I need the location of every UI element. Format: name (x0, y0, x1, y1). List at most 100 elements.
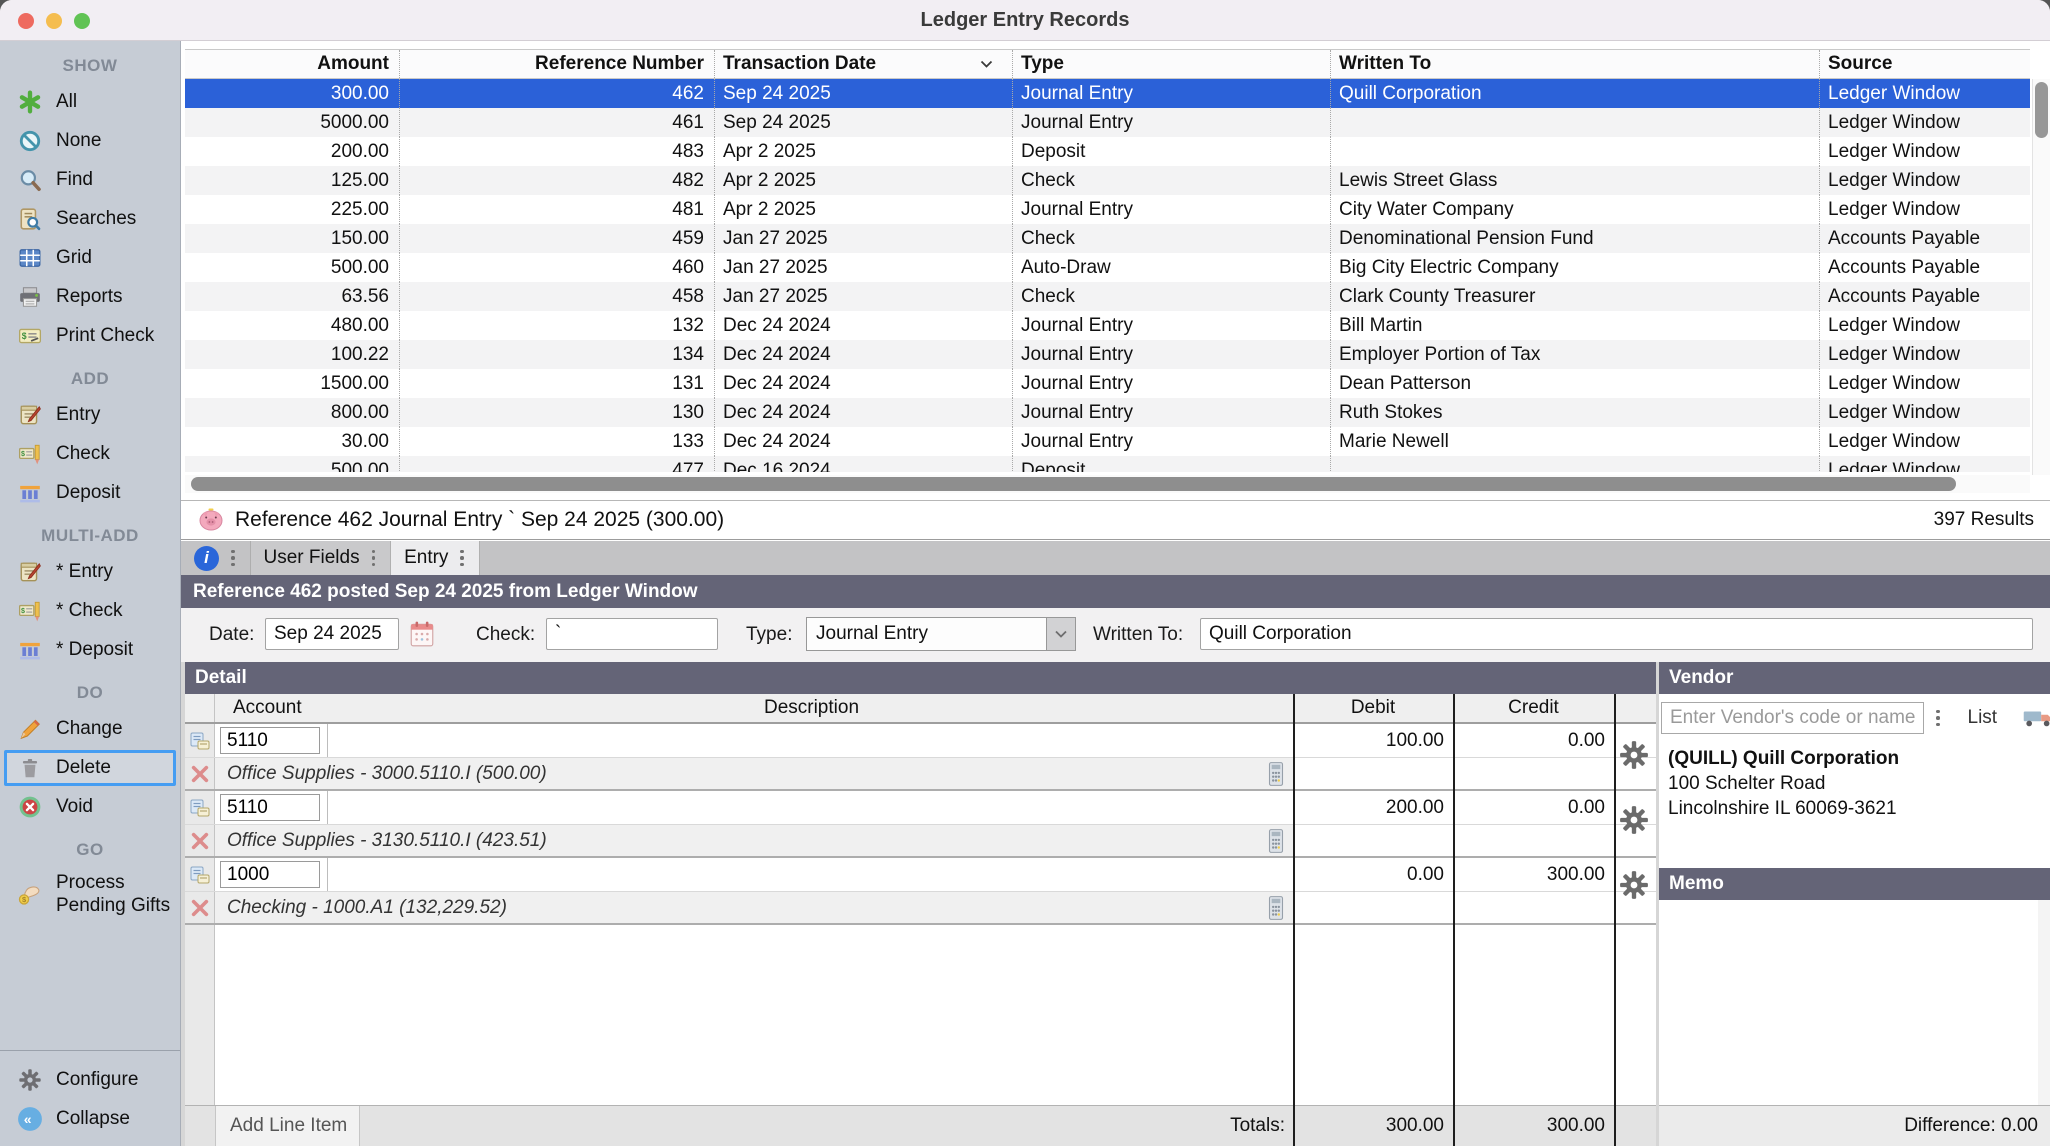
sidebar-item-change[interactable]: Change (4, 711, 176, 747)
minimize-button[interactable] (46, 13, 62, 29)
date-field[interactable] (265, 618, 399, 650)
memo-field[interactable] (1659, 900, 2050, 1105)
table-row[interactable]: 300.00462Sep 24 2025Journal EntryQuill C… (185, 79, 2030, 108)
debit-value[interactable]: 200.00 (1294, 797, 1454, 819)
line-item: 100.00 0.00 Office Supplies - 3000.5110.… (185, 724, 1656, 791)
table-row[interactable]: 500.00460Jan 27 2025Auto-DrawBig City El… (185, 253, 2030, 282)
kebab-menu-icon[interactable] (1934, 708, 1942, 729)
vertical-scrollbar[interactable] (2032, 79, 2050, 475)
kebab-menu-icon[interactable] (229, 548, 237, 569)
table-row[interactable]: 200.00483Apr 2 2025DepositLedger Window (185, 137, 2030, 166)
line-settings-gear-icon[interactable] (1619, 805, 1649, 835)
account-field[interactable] (220, 861, 320, 888)
sidebar-item-multi-deposit[interactable]: * Deposit (4, 632, 176, 668)
column-header-transaction-date[interactable]: Transaction Date (715, 50, 1013, 78)
sidebar-item-deposit[interactable]: Deposit (4, 475, 176, 511)
table-row[interactable]: 63.56458Jan 27 2025CheckClark County Tre… (185, 282, 2030, 311)
calculator-icon[interactable] (1266, 761, 1286, 787)
sidebar-item-print-check[interactable]: $ Print Check (4, 318, 176, 354)
sidebar-item-searches[interactable]: Searches (4, 201, 176, 237)
sidebar-item-label: Configure (56, 1069, 138, 1091)
horizontal-scrollbar[interactable] (185, 475, 2030, 493)
vendor-search-input[interactable] (1661, 702, 1924, 734)
column-header-amount[interactable]: Amount (185, 50, 400, 78)
column-header-source[interactable]: Source (1820, 50, 2030, 78)
remove-line-icon[interactable] (185, 758, 215, 789)
sidebar-item-collapse[interactable]: « Collapse (4, 1101, 176, 1137)
sidebar-item-label: Process Pending Gifts (56, 871, 173, 917)
sidebar-item-all[interactable]: All (4, 84, 176, 120)
table-row[interactable]: 150.00459Jan 27 2025CheckDenominational … (185, 224, 2030, 253)
credit-value[interactable]: 0.00 (1454, 730, 1615, 752)
sidebar-item-label: * Deposit (56, 639, 133, 661)
cell-reference: 483 (400, 137, 715, 166)
sidebar-item-none[interactable]: None (4, 123, 176, 159)
debit-value[interactable]: 100.00 (1294, 730, 1454, 752)
horizontal-scrollbar-thumb[interactable] (191, 477, 1956, 491)
table-row[interactable]: 500.00477Dec 16 2024DepositLedger Window (185, 456, 2030, 472)
credit-value[interactable]: 0.00 (1454, 797, 1615, 819)
truck-icon[interactable] (2022, 706, 2050, 730)
sidebar-item-grid[interactable]: Grid (4, 240, 176, 276)
tab-entry[interactable]: Entry (391, 541, 480, 575)
sidebar-item-label: Change (56, 718, 123, 740)
sidebar-item-process-pending-gifts[interactable]: $ Process Pending Gifts (4, 868, 176, 920)
close-button[interactable] (18, 13, 34, 29)
notes-icon[interactable] (185, 858, 215, 891)
table-row[interactable]: 30.00133Dec 24 2024Journal EntryMarie Ne… (185, 427, 2030, 456)
sidebar-item-check[interactable]: $ Check (4, 436, 176, 472)
records-table-header: Amount Reference Number Transaction Date… (185, 49, 2030, 79)
line-settings-gear-icon[interactable] (1619, 740, 1649, 770)
table-row[interactable]: 100.22134Dec 24 2024Journal EntryEmploye… (185, 340, 2030, 369)
cell-reference: 459 (400, 224, 715, 253)
credit-value[interactable]: 300.00 (1454, 864, 1615, 886)
column-header-written-to[interactable]: Written To (1331, 50, 1820, 78)
remove-line-icon[interactable] (185, 825, 215, 856)
debit-value[interactable]: 0.00 (1294, 864, 1454, 886)
table-row[interactable]: 480.00132Dec 24 2024Journal EntryBill Ma… (185, 311, 2030, 340)
tab-user-fields[interactable]: User Fields (251, 541, 392, 575)
check-field[interactable] (546, 618, 718, 650)
sidebar-item-delete[interactable]: Delete (4, 750, 176, 786)
remove-line-icon[interactable] (185, 892, 215, 923)
description-field[interactable] (327, 858, 1294, 891)
table-row[interactable]: 225.00481Apr 2 2025Journal EntryCity Wat… (185, 195, 2030, 224)
cell-date: Apr 2 2025 (715, 195, 1013, 224)
calculator-icon[interactable] (1266, 895, 1286, 921)
sidebar-item-multi-entry[interactable]: * Entry (4, 554, 176, 590)
cell-type: Journal Entry (1013, 79, 1331, 108)
description-field[interactable] (327, 791, 1294, 824)
line-settings-gear-icon[interactable] (1619, 870, 1649, 900)
account-field[interactable] (220, 727, 320, 754)
calendar-icon[interactable] (409, 620, 435, 654)
table-row[interactable]: 1500.00131Dec 24 2024Journal EntryDean P… (185, 369, 2030, 398)
table-row[interactable]: 5000.00461Sep 24 2025Journal EntryLedger… (185, 108, 2030, 137)
kebab-menu-icon[interactable] (458, 548, 466, 569)
zoom-button[interactable] (74, 13, 90, 29)
vendor-list-button[interactable]: List (1968, 707, 1998, 729)
table-row[interactable]: 125.00482Apr 2 2025CheckLewis Street Gla… (185, 166, 2030, 195)
notes-icon[interactable] (185, 724, 215, 757)
kebab-menu-icon[interactable] (370, 548, 378, 569)
vertical-scrollbar-thumb[interactable] (2035, 82, 2048, 138)
sidebar-item-void[interactable]: Void (4, 789, 176, 825)
column-header-label: Transaction Date (723, 53, 876, 75)
sidebar-item-find[interactable]: Find (4, 162, 176, 198)
sidebar-item-label: None (56, 130, 101, 152)
column-header-reference-number[interactable]: Reference Number (400, 50, 715, 78)
sidebar-item-entry[interactable]: Entry (4, 397, 176, 433)
sidebar-item-multi-check[interactable]: $ * Check (4, 593, 176, 629)
sidebar-item-configure[interactable]: Configure (4, 1062, 176, 1098)
calculator-icon[interactable] (1266, 828, 1286, 854)
description-field[interactable] (327, 724, 1294, 757)
written-to-field[interactable] (1200, 618, 2033, 650)
type-dropdown[interactable]: Journal Entry (806, 617, 1076, 651)
cell-type: Journal Entry (1013, 369, 1331, 398)
column-header-type[interactable]: Type (1013, 50, 1331, 78)
info-icon[interactable]: i (194, 546, 219, 571)
account-field[interactable] (220, 794, 320, 821)
add-line-item-button[interactable]: Add Line Item (215, 1106, 360, 1146)
table-row[interactable]: 800.00130Dec 24 2024Journal EntryRuth St… (185, 398, 2030, 427)
sidebar-item-reports[interactable]: Reports (4, 279, 176, 315)
notes-icon[interactable] (185, 791, 215, 824)
